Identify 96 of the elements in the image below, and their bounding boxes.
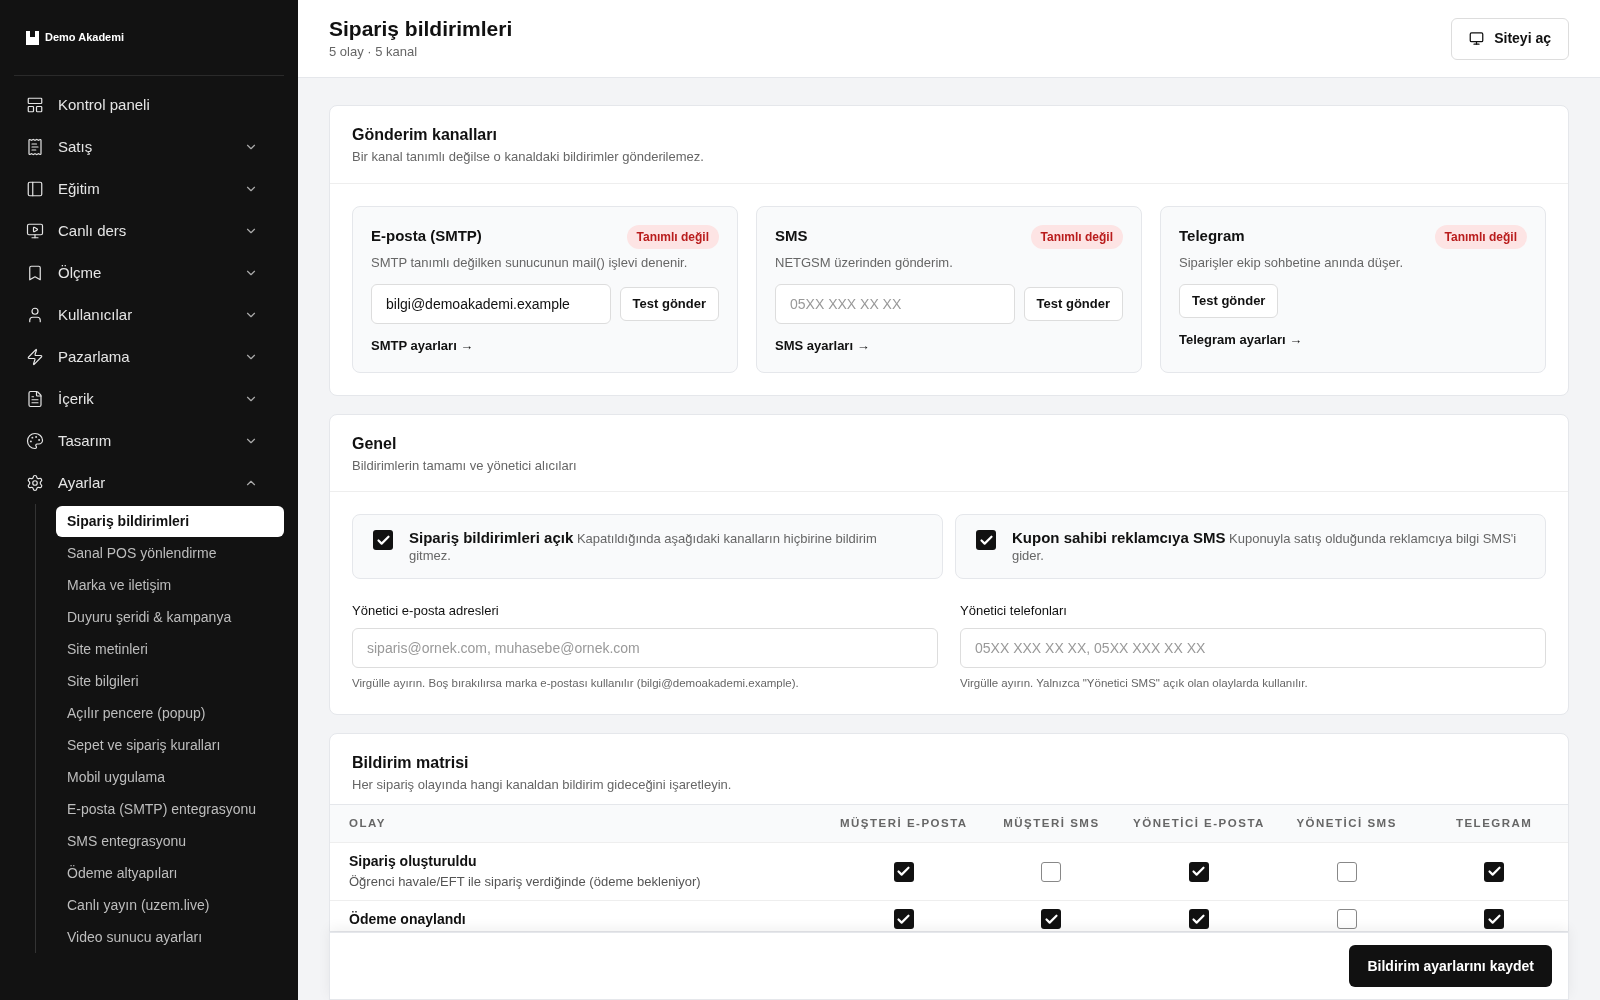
nav-item[interactable]: Canlı ders	[14, 210, 284, 252]
channel-name: SMS	[775, 226, 808, 247]
settings-link[interactable]: Telegram ayarları →	[1179, 330, 1303, 350]
logo-icon	[26, 30, 39, 45]
test-send-button[interactable]: Test gönder	[1023, 287, 1123, 321]
checkbox[interactable]	[1041, 909, 1062, 930]
toggle-label: Kupon sahibi reklamcıya SMS Kuponuyla satış olduğunda reklamcıya bilgi SMS'i gider.	[1012, 529, 1518, 564]
brand-name: Demo Akademi	[45, 30, 125, 46]
column-header: OLAY	[348, 816, 387, 832]
status-badge: Tanımlı değil	[1030, 224, 1123, 249]
submenu-item[interactable]: Canlı yayın (uzem.live)	[56, 890, 284, 921]
status-badge: Tanımlı değil	[626, 224, 719, 249]
nav-item[interactable]: Satış	[14, 126, 284, 168]
checkbox[interactable]	[1484, 909, 1505, 930]
checkmark-icon	[1486, 864, 1502, 879]
settings-icon	[26, 474, 44, 492]
section-description: Her sipariş olayında hangi kanaldan bildirim gideceğini işaretleyin.	[352, 775, 733, 794]
submenu-item[interactable]: Site metinleri	[56, 634, 284, 665]
page-title: Sipariş bildirimleri	[329, 15, 513, 42]
settings-link[interactable]: SMS ayarları →	[775, 336, 870, 356]
checkmark-icon	[896, 864, 912, 879]
submenu-item[interactable]: Açılır pencere (popup)	[56, 698, 284, 729]
field-hint: Virgülle ayırın. Yalnızca "Yönetici SMS" açık olan olaylarda kullanılır.	[960, 675, 1309, 691]
submenu-item[interactable]: Marka ve iletişim	[56, 570, 284, 601]
section-description: Bildirimlerin tamamı ve yönetici alıcıları	[352, 456, 578, 475]
checkbox[interactable]	[1041, 861, 1062, 882]
submenu-item[interactable]: Site bilgileri	[56, 666, 284, 697]
channel-description: Siparişler ekip sohbetine anında düşer.	[1179, 253, 1405, 272]
user-icon	[26, 306, 44, 324]
checkbox[interactable]	[1336, 909, 1357, 930]
channel-name: E-posta (SMTP)	[371, 226, 482, 247]
submenu-item[interactable]: E-posta (SMTP) entegrasyonu	[56, 794, 284, 825]
open-site-button[interactable]: Siteyi aç	[1451, 17, 1569, 60]
nav-item[interactable]: Pazarlama	[14, 336, 284, 378]
layout-icon	[26, 96, 44, 114]
field-hint: Virgülle ayırın. Boş bırakılırsa marka e-postası kullanılır (bilgi@demoakademi.example).	[352, 675, 800, 691]
checkbox[interactable]	[893, 909, 914, 930]
submenu-item[interactable]: Mobil uygulama	[56, 762, 284, 793]
checkbox[interactable]	[893, 861, 914, 882]
field-label: Yönetici e-posta adresleri	[352, 602, 500, 620]
event-name: Sipariş oluşturuldu	[349, 852, 478, 872]
receipt-icon	[26, 138, 44, 156]
channel-name: Telegram	[1179, 226, 1245, 247]
nav-item[interactable]: Eğitim	[14, 168, 284, 210]
toggle-label: Sipariş bildirimleri açık Kapatıldığında aşağıdaki kanalların hiçbirine bildirim gitmez.	[409, 529, 878, 564]
nav-item[interactable]: Kontrol paneli	[14, 84, 284, 126]
submenu-item[interactable]: Sepet ve sipariş kuralları	[56, 730, 284, 761]
column-header: YÖNETİCİ E-POSTA	[1133, 816, 1265, 832]
input-field[interactable]: siparis@ornek.com, muhasebe@ornek.com	[352, 627, 938, 668]
column-header: YÖNETİCİ SMS	[1296, 816, 1397, 832]
section-title: Genel	[352, 433, 398, 454]
submenu-item[interactable]: Video sunucu ayarları	[56, 922, 284, 953]
nav-item[interactable]: İçerik	[14, 378, 284, 420]
status-badge: Tanımlı değil	[1434, 224, 1527, 249]
video-icon	[26, 222, 44, 240]
checkbox[interactable]	[373, 530, 393, 550]
test-send-button[interactable]: Test gönder	[619, 287, 719, 321]
checkmark-icon	[1191, 864, 1207, 879]
nav-item[interactable]: Ayarlar	[14, 462, 284, 504]
monitor-icon	[1469, 31, 1485, 46]
settings-link[interactable]: SMTP ayarları →	[371, 336, 474, 356]
nav-item[interactable]: Ölçme	[14, 252, 284, 294]
submenu-item[interactable]: Sanal POS yönlendirme	[56, 538, 284, 569]
field-label: Yönetici telefonları	[960, 602, 1068, 620]
panel-icon	[26, 180, 44, 198]
lightning-icon	[26, 348, 44, 366]
column-header: TELEGRAM	[1455, 816, 1533, 832]
channel-description: SMTP tanımlı değilken sunucunun mail() işlevi denenir.	[371, 253, 689, 272]
checkbox[interactable]	[976, 530, 996, 550]
page-subtitle: 5 olay · 5 kanal	[329, 42, 419, 61]
section-description: Bir kanal tanımlı değilse o kanaldaki bildirimler gönderilemez.	[352, 148, 705, 166]
bookmark-icon	[26, 264, 44, 282]
save-button[interactable]: Bildirim ayarlarını kaydet	[1349, 945, 1552, 987]
checkbox[interactable]	[1484, 861, 1505, 882]
input-field[interactable]: bilgi@demoakademi.example	[371, 284, 611, 324]
submenu-item[interactable]: SMS entegrasyonu	[56, 826, 284, 857]
section-title: Bildirim matrisi	[352, 752, 470, 773]
input-field[interactable]: 05XX XXX XX XX	[775, 284, 1015, 324]
event-description: Öğrenci havale/EFT ile sipariş verdiğinde (ödeme bekleniyor)	[349, 873, 702, 892]
submenu-item[interactable]: Ödeme altyapıları	[56, 858, 284, 889]
input-field[interactable]: 05XX XXX XX XX, 05XX XXX XX XX	[960, 627, 1546, 668]
column-header: MÜŞTERİ SMS	[1003, 816, 1100, 832]
column-header: MÜŞTERİ E-POSTA	[839, 816, 968, 832]
channel-description: NETGSM üzerinden gönderim.	[775, 253, 954, 272]
submenu-item[interactable]: Duyuru şeridi & kampanya	[56, 602, 284, 633]
document-icon	[26, 390, 44, 408]
checkbox[interactable]	[1336, 861, 1357, 882]
section-title: Gönderim kanalları	[352, 125, 498, 145]
checkbox[interactable]	[1189, 861, 1209, 882]
palette-icon	[26, 432, 44, 450]
nav-item[interactable]: Tasarım	[14, 420, 284, 462]
checkbox[interactable]	[1189, 909, 1209, 930]
nav-item[interactable]: Kullanıcılar	[14, 294, 284, 336]
submenu-item[interactable]: Sipariş bildirimleri	[56, 506, 284, 537]
test-send-button[interactable]: Test gönder	[1179, 284, 1279, 318]
event-name: Ödeme onaylandı	[349, 909, 467, 929]
